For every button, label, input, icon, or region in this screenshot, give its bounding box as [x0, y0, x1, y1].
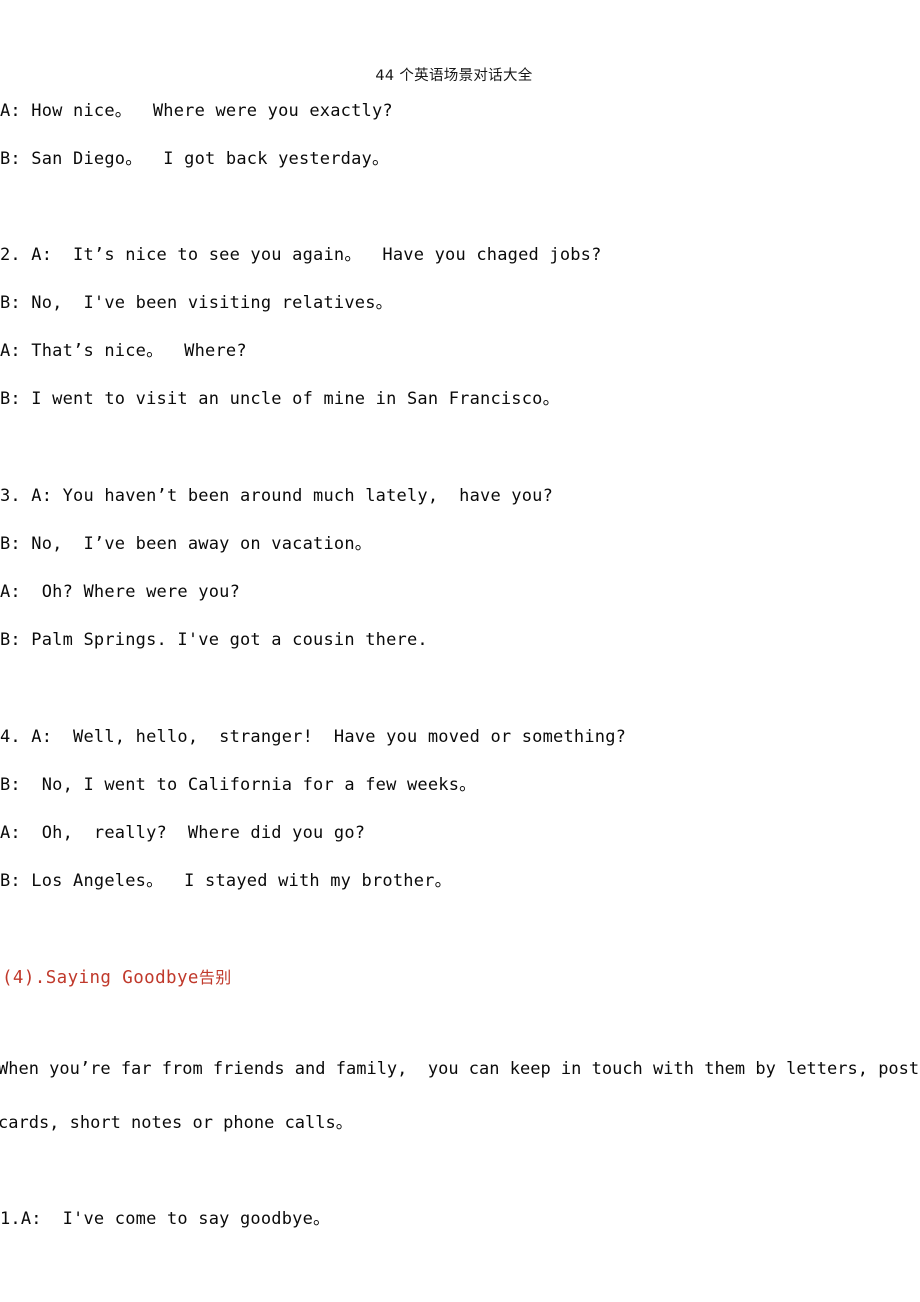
section-heading: (4).Saying Goodbye告别 — [2, 967, 232, 989]
intro-paragraph-line: cards, short notes or phone calls。 — [0, 1113, 353, 1133]
dialogue-line: A: Oh, really? Where did you go? — [0, 823, 366, 843]
section-heading-chinese: 告别 — [198, 968, 232, 987]
dialogue-line: 3. A: You haven’t been around much latel… — [0, 486, 554, 506]
dialogue-line: B: Palm Springs. I've got a cousin there… — [0, 630, 428, 650]
dialogue-line: B: No, I went to California for a few we… — [0, 775, 477, 795]
dialogue-line: A: Oh? Where were you? — [0, 582, 241, 602]
dialogue-line: 4. A: Well, hello, stranger! Have you mo… — [0, 727, 627, 747]
dialogue-line: B: Los Angeles。 I stayed with my brother… — [0, 871, 452, 891]
dialogue-line: A: That’s nice。 Where? — [0, 341, 247, 361]
dialogue-line: 1.A: I've come to say goodbye。 — [0, 1209, 331, 1229]
document-page: 44 个英语场景对话大全 A: How nice。 Where were you… — [0, 0, 920, 1302]
dialogue-line: A: How nice。 Where were you exactly? — [0, 101, 393, 121]
dialogue-line: B: I went to visit an uncle of mine in S… — [0, 389, 560, 409]
dialogue-line: B: No, I’ve been away on vacation。 — [0, 534, 372, 554]
dialogue-line: B: San Diego。 I got back yesterday。 — [0, 149, 390, 169]
page-title: 44 个英语场景对话大全 — [375, 68, 533, 84]
dialogue-line: 2. A: It’s nice to see you again。 Have y… — [0, 245, 602, 265]
section-heading-title: (4).Saying Goodbye — [2, 968, 199, 988]
dialogue-line: B: No, I've been visiting relatives。 — [0, 293, 393, 313]
intro-paragraph-line: When you’re far from friends and family,… — [0, 1059, 920, 1079]
